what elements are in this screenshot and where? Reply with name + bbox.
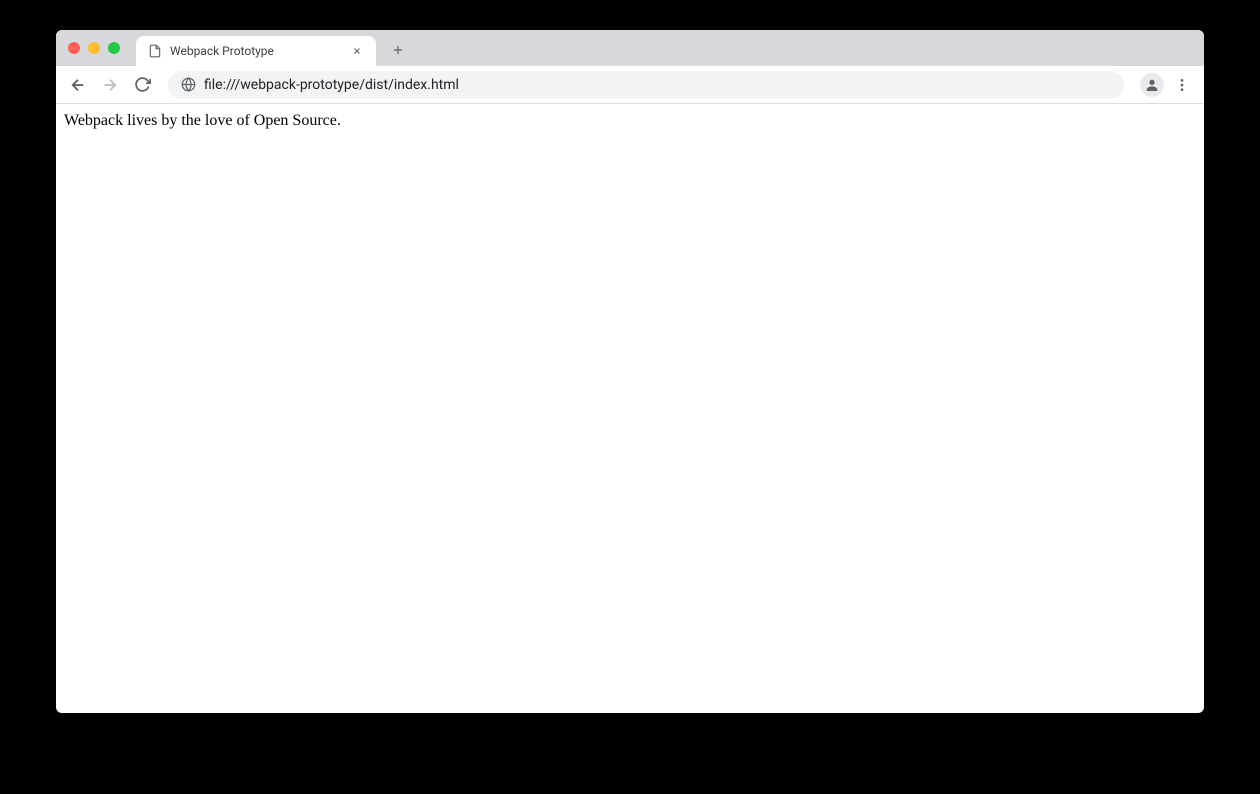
file-icon <box>148 44 162 58</box>
tab-close-icon[interactable] <box>350 44 364 58</box>
body-text: Webpack lives by the love of Open Source… <box>64 112 341 129</box>
page-content: Webpack lives by the love of Open Source… <box>56 104 1204 138</box>
url-text: file:///webpack-prototype/dist/index.htm… <box>204 77 1112 93</box>
tab-title: Webpack Prototype <box>170 44 342 58</box>
globe-icon <box>180 77 196 93</box>
menu-button[interactable] <box>1168 71 1196 99</box>
browser-tab[interactable]: Webpack Prototype <box>136 36 376 66</box>
profile-avatar[interactable] <box>1140 73 1164 97</box>
reload-button[interactable] <box>128 71 156 99</box>
back-button[interactable] <box>64 71 92 99</box>
forward-button[interactable] <box>96 71 124 99</box>
tab-bar: Webpack Prototype <box>56 30 1204 66</box>
browser-window: Webpack Prototype <box>56 30 1204 713</box>
window-maximize-button[interactable] <box>108 42 120 54</box>
window-minimize-button[interactable] <box>88 42 100 54</box>
address-bar[interactable]: file:///webpack-prototype/dist/index.htm… <box>168 71 1124 99</box>
window-controls <box>68 42 120 54</box>
new-tab-button[interactable] <box>384 36 412 64</box>
window-close-button[interactable] <box>68 42 80 54</box>
toolbar: file:///webpack-prototype/dist/index.htm… <box>56 66 1204 104</box>
